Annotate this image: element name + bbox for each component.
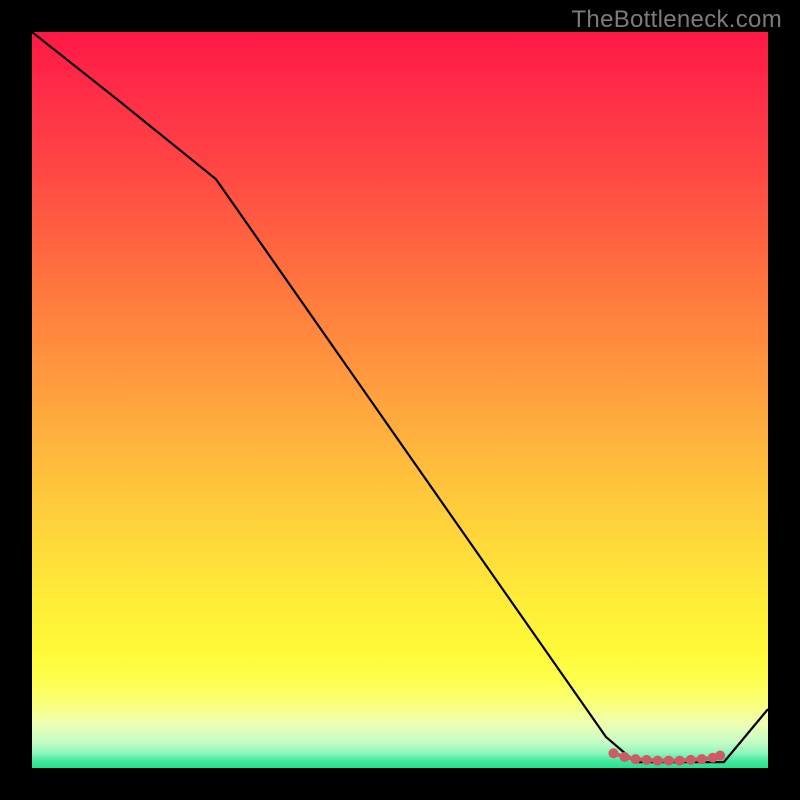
- plot-area: [32, 32, 768, 768]
- watermark-label: TheBottleneck.com: [571, 6, 782, 34]
- chart-container: TheBottleneck.com: [0, 0, 800, 800]
